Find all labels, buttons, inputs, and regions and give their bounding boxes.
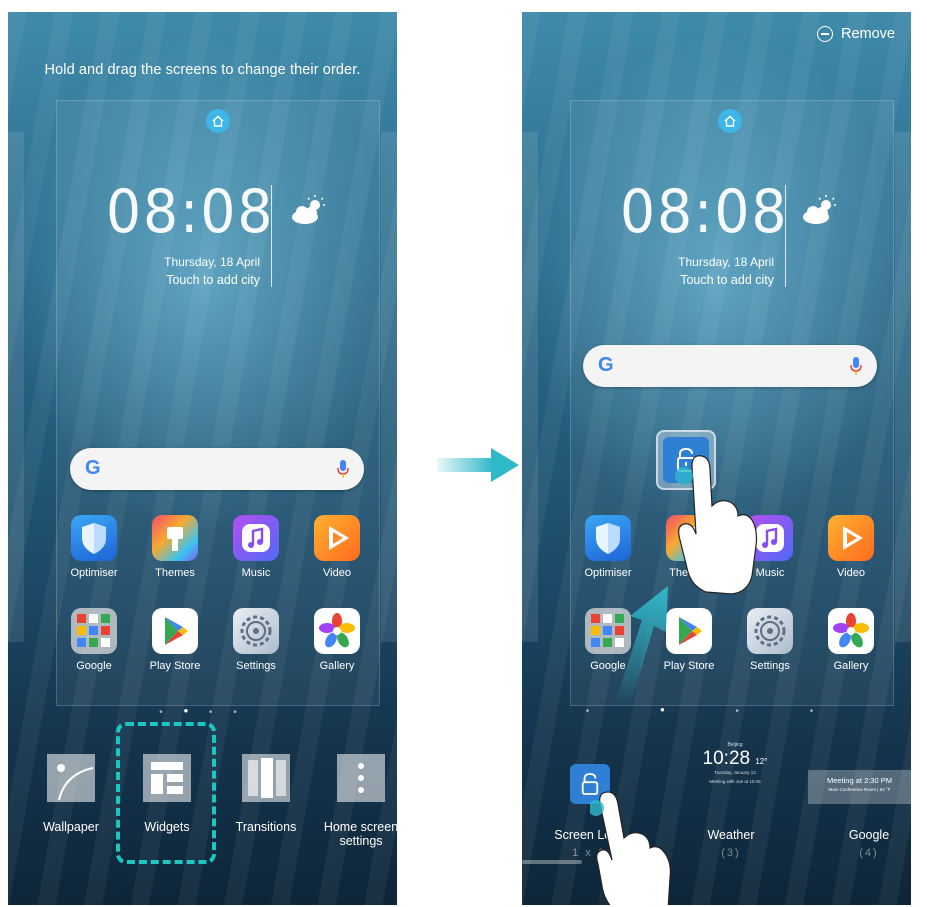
app-google-folder[interactable]: Google xyxy=(54,608,134,672)
gear-icon xyxy=(233,608,279,654)
left-screen: Hold and drag the screens to change thei… xyxy=(8,12,397,905)
right-screen: Remove 08:08 Thursday, 18 April Touch to… xyxy=(522,12,911,905)
app-optimiser[interactable]: Optimiser xyxy=(54,515,134,579)
home-screen-settings-option[interactable]: Home screen settings xyxy=(318,754,397,848)
partly-cloudy-icon xyxy=(803,195,836,224)
previous-screen-edge[interactable] xyxy=(522,132,538,642)
google-widget-detail-row: Main Conference Room | 64 °F xyxy=(828,787,891,792)
shield-icon xyxy=(71,515,117,561)
google-search-bar[interactable]: G xyxy=(70,448,364,490)
add-city-link[interactable]: Touch to add city xyxy=(640,273,774,287)
play-store-icon xyxy=(152,608,198,654)
transitions-option[interactable]: Transitions xyxy=(228,754,304,834)
remove-label: Remove xyxy=(841,26,895,42)
weather-widget-temp: 12° xyxy=(755,757,768,766)
home-icon[interactable] xyxy=(206,109,230,133)
clock-date: Thursday, 18 April xyxy=(164,255,260,269)
app-play-store[interactable]: Play Store xyxy=(135,608,215,672)
minus-circle-icon xyxy=(817,26,833,42)
google-search-bar[interactable]: G xyxy=(583,345,877,387)
clock-divider xyxy=(785,185,786,287)
google-g-icon: G xyxy=(598,354,614,376)
google-widget-temp: 64 °F xyxy=(879,787,891,792)
weather-widget-thumb[interactable]: Beijing 10:28 12° Tuesday, January 12 Me… xyxy=(680,742,790,814)
play-icon xyxy=(314,515,360,561)
mic-icon[interactable] xyxy=(849,356,863,376)
app-themes[interactable]: Themes xyxy=(135,515,215,579)
tray-label: Transitions xyxy=(235,820,297,834)
weather-widget-meeting: Meeting with Joe at 10:45 xyxy=(709,779,761,784)
google-widget-thumb[interactable]: Meeting at 2:30 PM Main Conference Room … xyxy=(808,770,911,804)
clock-divider xyxy=(271,185,272,287)
flower-icon xyxy=(314,608,360,654)
folder-grid-icon xyxy=(71,608,117,654)
transitions-icon xyxy=(242,754,290,802)
app-video[interactable]: Video xyxy=(811,515,891,579)
add-city-link[interactable]: Touch to add city xyxy=(126,273,260,287)
pointing-hand-icon xyxy=(675,455,758,595)
app-label: Optimiser xyxy=(584,567,632,579)
app-gallery[interactable]: Gallery xyxy=(297,608,377,672)
instruction-text: Hold and drag the screens to change thei… xyxy=(44,62,361,78)
app-settings[interactable]: Settings xyxy=(730,608,810,672)
wallpaper-icon xyxy=(47,754,95,802)
arrow-right-icon xyxy=(437,448,519,482)
google-widget-detail: Main Conference Room xyxy=(828,787,877,792)
home-settings-icon xyxy=(337,754,385,802)
widget-size-google: (4) xyxy=(859,847,879,859)
paintbrush-icon xyxy=(152,515,198,561)
tray-label: Wallpaper xyxy=(43,820,99,834)
weather-widget-time: 10:28 xyxy=(702,748,751,769)
play-icon xyxy=(828,515,874,561)
shield-icon xyxy=(585,515,631,561)
music-note-icon xyxy=(233,515,279,561)
app-optimiser[interactable]: Optimiser xyxy=(568,515,648,579)
app-label: Gallery xyxy=(833,660,869,672)
app-label: Music xyxy=(241,567,271,579)
app-settings[interactable]: Settings xyxy=(216,608,296,672)
home-icon[interactable] xyxy=(718,109,742,133)
app-video[interactable]: Video xyxy=(297,515,377,579)
google-g-icon: G xyxy=(85,457,101,479)
flower-icon xyxy=(828,608,874,654)
app-gallery[interactable]: Gallery xyxy=(811,608,891,672)
clock-time: 08:08 xyxy=(620,177,789,247)
google-widget-title: Meeting at 2:30 PM xyxy=(826,776,893,785)
partly-cloudy-icon xyxy=(292,195,325,224)
widget-name-weather: Weather xyxy=(707,828,755,842)
mic-icon[interactable] xyxy=(336,459,350,479)
app-label: Google xyxy=(76,660,112,672)
previous-screen-edge[interactable] xyxy=(8,132,24,642)
app-label: Video xyxy=(837,567,865,579)
app-label: Settings xyxy=(750,660,790,672)
app-label: Settings xyxy=(236,660,276,672)
app-music[interactable]: Music xyxy=(216,515,296,579)
widget-scrollbar[interactable] xyxy=(522,860,582,864)
tray-label: Home screen settings xyxy=(323,820,397,848)
weather-widget-row: 10:28 12° xyxy=(680,748,790,770)
clock-date: Thursday, 18 April xyxy=(678,255,774,269)
widgets-highlight xyxy=(116,722,216,864)
page-indicator: • • • • xyxy=(159,703,246,718)
app-label: Themes xyxy=(155,567,195,579)
widget-name-google: Google xyxy=(848,828,890,842)
app-label: Video xyxy=(323,567,351,579)
drag-up-arrow-icon xyxy=(616,586,668,706)
clock-time: 08:08 xyxy=(106,177,275,247)
app-label: Gallery xyxy=(319,660,355,672)
next-screen-edge[interactable] xyxy=(381,132,397,642)
gear-icon xyxy=(747,608,793,654)
page-indicator: • • • • xyxy=(585,702,848,717)
next-screen-edge[interactable] xyxy=(895,132,911,642)
weather-widget-date: Tuesday, January 12 xyxy=(714,770,756,775)
wallpaper-option[interactable]: Wallpaper xyxy=(38,754,104,834)
app-label: Optimiser xyxy=(70,567,118,579)
pointing-hand-icon xyxy=(590,791,671,905)
widget-size-weather: (3) xyxy=(721,847,741,859)
app-label: Play Store xyxy=(149,660,201,672)
remove-button[interactable]: Remove xyxy=(817,26,895,42)
